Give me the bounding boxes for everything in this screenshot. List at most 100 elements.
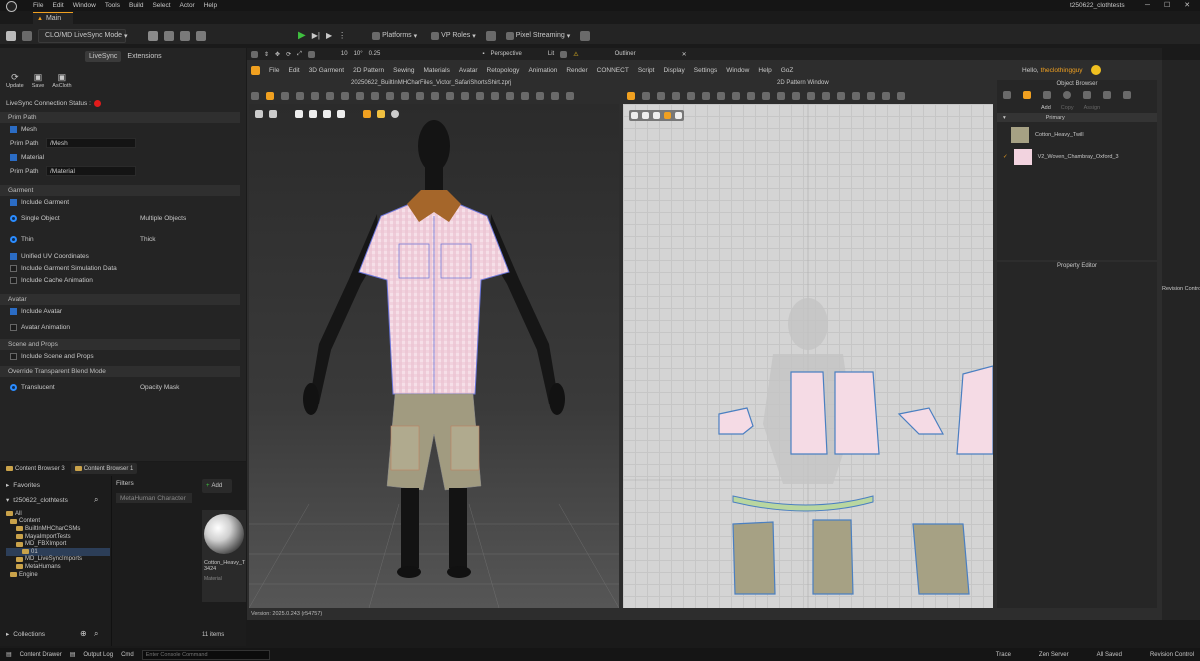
tool-icon[interactable]	[882, 91, 890, 100]
tool-icon[interactable]	[536, 91, 544, 100]
menu-build[interactable]: Build	[129, 2, 143, 9]
add-button[interactable]: + Add	[202, 479, 232, 493]
include-scene-props-row[interactable]: Include Scene and Props	[0, 350, 240, 362]
list-icon[interactable]	[1003, 91, 1011, 99]
avatar-animation-checkbox[interactable]	[10, 323, 17, 331]
all-saved-button[interactable]: All Saved	[1097, 652, 1122, 658]
tab-livesync[interactable]: LiveSync	[85, 51, 122, 62]
close-icon[interactable]: ✕	[1184, 1, 1190, 9]
minimize-icon[interactable]: ─	[1145, 2, 1150, 9]
button-icon[interactable]	[1063, 91, 1071, 99]
tool-icon[interactable]	[762, 91, 770, 100]
tool-icon[interactable]	[642, 91, 650, 100]
material-path-input[interactable]: /Material	[46, 166, 136, 176]
viewport-3d[interactable]: Version: 2025.0.243 (r54757)	[249, 104, 619, 608]
lit-dropdown[interactable]: Lit	[548, 51, 554, 57]
maximize-icon[interactable]: ☐	[1164, 1, 1170, 9]
puckering-icon[interactable]	[1123, 91, 1131, 99]
assign-button[interactable]: Assign	[1084, 105, 1101, 111]
section-avatar[interactable]: Avatar	[0, 294, 240, 305]
tool-icon[interactable]	[281, 91, 289, 100]
more-play-icon[interactable]: ⋮	[338, 31, 346, 40]
tool-icon[interactable]	[687, 91, 695, 100]
menu-help[interactable]: Help	[204, 2, 217, 9]
trace-button[interactable]: Trace	[996, 652, 1011, 658]
cache-anim-row[interactable]: Include Cache Animation	[0, 274, 240, 286]
outliner-tab[interactable]: Outliner	[615, 51, 636, 57]
console-input[interactable]	[141, 649, 270, 660]
save-button[interactable]: ▣ Save	[32, 72, 45, 89]
clo-menu-sewing[interactable]: Sewing	[393, 67, 414, 74]
tool-icon[interactable]	[356, 91, 364, 100]
tool-icon[interactable]	[401, 91, 409, 100]
include-garment-checkbox[interactable]	[10, 198, 17, 206]
clo-menu-edit[interactable]: Edit	[288, 67, 299, 74]
tree-item-maya[interactable]: MayaImportTests	[6, 533, 110, 541]
fabric-item-cotton[interactable]: Cotton_Heavy_Twill	[997, 124, 1157, 146]
tool-icon[interactable]	[837, 91, 845, 100]
vp-roles-dropdown[interactable]: VP Roles ▾	[427, 29, 480, 43]
tool-icon[interactable]	[341, 91, 349, 100]
tree-item-engine[interactable]: Engine	[6, 571, 110, 579]
unified-uv-row[interactable]: Unified UV Coordinates	[0, 250, 240, 262]
sequencer-icon[interactable]	[180, 30, 190, 41]
user-avatar-icon[interactable]	[1090, 65, 1101, 75]
section-override-blend[interactable]: Override Transparent Blend Mode	[0, 366, 240, 377]
section-scene-props[interactable]: Scene and Props	[0, 339, 240, 350]
tool-icon[interactable]	[521, 91, 529, 100]
tool-icon[interactable]	[416, 91, 424, 100]
tree-item-md-livesync[interactable]: MD_LiveSyncImports	[6, 556, 110, 564]
pattern-canvas[interactable]	[623, 104, 993, 608]
tree-item-content[interactable]: Content	[6, 518, 110, 526]
section-garment[interactable]: Garment	[0, 185, 240, 196]
mode-dropdown[interactable]: CLO/MD LiveSync Mode ▾	[38, 28, 128, 43]
perspective-dropdown[interactable]: Perspective	[491, 51, 522, 57]
clo-menu-materials[interactable]: Materials	[424, 67, 450, 74]
scale-icon[interactable]: ⤢	[297, 51, 302, 58]
pixel-streaming-dropdown[interactable]: Pixel Streaming ▾	[502, 29, 575, 43]
menu-select[interactable]: Select	[152, 2, 170, 9]
mesh-path-input[interactable]: /Mesh	[46, 138, 136, 148]
tool-icon[interactable]	[732, 91, 740, 100]
project-header[interactable]: ▾ t250622_clothtests	[6, 496, 68, 505]
clo-menu-settings[interactable]: Settings	[694, 67, 718, 74]
include-scene-props-checkbox[interactable]	[10, 352, 17, 360]
add-collection-icon[interactable]: ⊕	[80, 629, 87, 638]
revision-control-button[interactable]: Revision Control	[1150, 652, 1194, 658]
opacity-mask-radio[interactable]	[129, 384, 136, 391]
grid-value[interactable]: 10	[341, 51, 348, 57]
camera-icon[interactable]: ▪	[482, 51, 484, 57]
clo-menu-render[interactable]: Render	[566, 67, 587, 74]
copy-button[interactable]: Copy	[1061, 105, 1074, 111]
content-drawer-button[interactable]: Content Drawer	[20, 652, 62, 658]
filters-label[interactable]: Filters	[112, 476, 196, 491]
step-icon[interactable]: ▶|	[312, 31, 320, 40]
tree-item-all[interactable]: All	[6, 510, 110, 518]
primary-header[interactable]: ▾ Primary	[997, 113, 1157, 122]
menu-tools[interactable]: Tools	[105, 2, 120, 9]
tool-icon[interactable]	[777, 91, 785, 100]
section-prim-path[interactable]: Prim Path	[0, 112, 240, 123]
select-icon[interactable]: ⇕	[264, 51, 269, 58]
tree-item-01[interactable]: 01	[6, 547, 110, 556]
trim-icon[interactable]	[1083, 91, 1091, 99]
tool-icon[interactable]	[657, 91, 665, 100]
tool-icon[interactable]	[792, 91, 800, 100]
move-icon[interactable]: ✥	[275, 51, 280, 58]
output-log-button[interactable]: Output Log	[83, 652, 113, 658]
material-checkbox[interactable]	[10, 153, 17, 161]
search-icon[interactable]: ⌕	[94, 629, 98, 639]
tool-icon[interactable]	[311, 91, 319, 100]
thick-radio[interactable]	[129, 236, 136, 243]
grid-icon[interactable]	[1043, 91, 1051, 99]
tool-icon[interactable]	[551, 91, 559, 100]
clo-menu-help[interactable]: Help	[758, 67, 771, 74]
include-garment-row[interactable]: Include Garment	[0, 196, 240, 208]
clo-menu-script[interactable]: Script	[638, 67, 655, 74]
include-avatar-checkbox[interactable]	[10, 307, 17, 315]
close-icon[interactable]: ✕	[682, 51, 687, 58]
blueprint-icon[interactable]	[164, 30, 174, 41]
add-actor-icon[interactable]	[148, 30, 158, 41]
add-button[interactable]: Add	[1041, 105, 1051, 111]
tree-item-builtin[interactable]: BuiltInMHCharCSMs	[6, 525, 110, 533]
